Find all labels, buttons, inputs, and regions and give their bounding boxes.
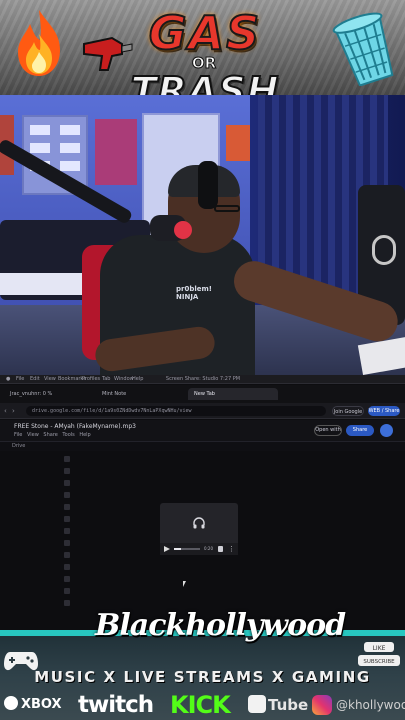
- title-gas: GAS: [148, 6, 262, 60]
- file-icon: [64, 528, 70, 534]
- xbox-logo: XBOX: [4, 694, 62, 716]
- menu-item[interactable]: Edit: [30, 376, 40, 382]
- profile-button[interactable]: WEB / Share: [368, 406, 400, 416]
- headphones-icon: [193, 517, 205, 529]
- video-frame: GAS OR TRASH pr0blem! NINJA ● File Edit …: [0, 0, 405, 720]
- glasses: [214, 205, 240, 212]
- doc-header: FREE Stone - AMyah (FakeMyname).mp3 File…: [0, 420, 405, 442]
- svg-text:SUBSCRIBE: SUBSCRIBE: [363, 659, 395, 665]
- file-icon: [64, 504, 70, 510]
- menu-item[interactable]: File: [16, 376, 24, 382]
- list-item[interactable]: [0, 477, 405, 489]
- menu-item[interactable]: Profiles: [82, 376, 100, 382]
- wall-poster-small: [226, 125, 252, 161]
- screen-share-status: Screen Share: Studio 7:27 PM: [165, 376, 241, 382]
- menu-item[interactable]: Window: [114, 376, 134, 382]
- browser-tab[interactable]: Jrac_vnuhnr: 0 %: [4, 388, 94, 400]
- brand-logo: Blackhollywood: [95, 608, 346, 643]
- signin-button[interactable]: Join Google: [332, 406, 364, 416]
- list-item[interactable]: [0, 585, 405, 597]
- file-icon: [64, 456, 70, 462]
- instagram-icon: [312, 695, 332, 715]
- list-item[interactable]: [0, 573, 405, 585]
- title-trash: TRASH: [130, 69, 280, 95]
- back-icon[interactable]: ‹: [4, 407, 12, 415]
- file-icon: [64, 564, 70, 570]
- player-artwork: [160, 503, 238, 543]
- list-item[interactable]: [0, 453, 405, 465]
- list-item[interactable]: [0, 561, 405, 573]
- instagram-handle: @khollywood: [336, 698, 405, 712]
- list-item[interactable]: [0, 489, 405, 501]
- youtube-icon: [248, 695, 266, 713]
- file-icon: [64, 552, 70, 558]
- menu-item[interactable]: Help: [132, 376, 143, 382]
- tagline: MUSIC X LIVE STREAMS X GAMING: [34, 668, 371, 686]
- file-icon: [64, 600, 70, 606]
- twitch-logo: twitch: [78, 692, 154, 718]
- file-icon: [64, 480, 70, 486]
- file-icon: [64, 516, 70, 522]
- gas-nozzle-icon: [83, 36, 133, 71]
- address-bar[interactable]: drive.google.com/file/d/1a9s0ZNdDwdv7NnL…: [26, 406, 326, 416]
- browser-tab[interactable]: Mint Note: [96, 388, 186, 400]
- play-icon[interactable]: [164, 546, 170, 552]
- browser-tab-active[interactable]: New Tab: [188, 388, 278, 400]
- drive-bar: Drive: [0, 442, 405, 451]
- mic-pop-filter: [174, 221, 192, 239]
- youtube-logo: Tube: [248, 694, 308, 716]
- seek-fill: [174, 548, 182, 550]
- more-options-icon[interactable]: ⋮: [228, 543, 235, 555]
- os-menu-bar: ● File Edit View Bookmarks Profiles Tab …: [0, 375, 405, 384]
- menu-item[interactable]: View: [44, 376, 56, 382]
- player-controls: 0:20 ⋮: [160, 543, 238, 555]
- doc-title: FREE Stone - AMyah (FakeMyname).mp3: [14, 423, 136, 430]
- open-with-button[interactable]: Open with: [314, 425, 342, 436]
- file-icon: [64, 540, 70, 546]
- shirt-print: pr0blem! NINJA: [176, 285, 212, 301]
- list-item[interactable]: [0, 465, 405, 477]
- svg-text:LIKE: LIKE: [373, 645, 386, 652]
- drive-label[interactable]: Drive: [12, 443, 25, 450]
- xbox-icon: [4, 696, 18, 710]
- file-icon: [64, 576, 70, 582]
- file-icon: [64, 492, 70, 498]
- browser-toolbar: ‹ › drive.google.com/file/d/1a9s0ZNdDwdv…: [0, 403, 405, 419]
- file-icon: [64, 588, 70, 594]
- headphones: [198, 161, 218, 209]
- forward-icon[interactable]: ›: [12, 407, 20, 415]
- mouse-cursor-icon: [183, 581, 186, 587]
- top-banner: GAS OR TRASH: [0, 0, 405, 95]
- webcam-feed: pr0blem! NINJA: [0, 95, 405, 375]
- volume-icon[interactable]: [218, 546, 223, 552]
- hanging-headset: [372, 235, 396, 265]
- menu-item[interactable]: Tab: [102, 376, 110, 382]
- apple-menu-icon[interactable]: ●: [6, 376, 10, 382]
- audio-player: 0:20 ⋮: [160, 503, 238, 555]
- kick-logo: KICK: [170, 691, 231, 719]
- doc-menu[interactable]: File View Share Tools Help: [14, 432, 91, 439]
- platform-logos: XBOX twitch KICK Tube @khollywood: [0, 690, 405, 720]
- fire-icon: [18, 10, 60, 76]
- subscribe-icon: LIKE SUBSCRIBE: [358, 642, 400, 666]
- screen-capture: ● File Edit View Bookmarks Profiles Tab …: [0, 375, 405, 640]
- seek-bar[interactable]: [174, 548, 200, 550]
- wall-poster: [95, 119, 137, 185]
- trash-can-icon: [332, 12, 394, 86]
- share-button[interactable]: Share: [346, 425, 374, 436]
- time-display: 0:20: [204, 546, 213, 551]
- browser-tab-strip: Jrac_vnuhnr: 0 % Mint Note New Tab: [0, 385, 405, 403]
- file-icon: [64, 468, 70, 474]
- avatar[interactable]: [380, 424, 393, 437]
